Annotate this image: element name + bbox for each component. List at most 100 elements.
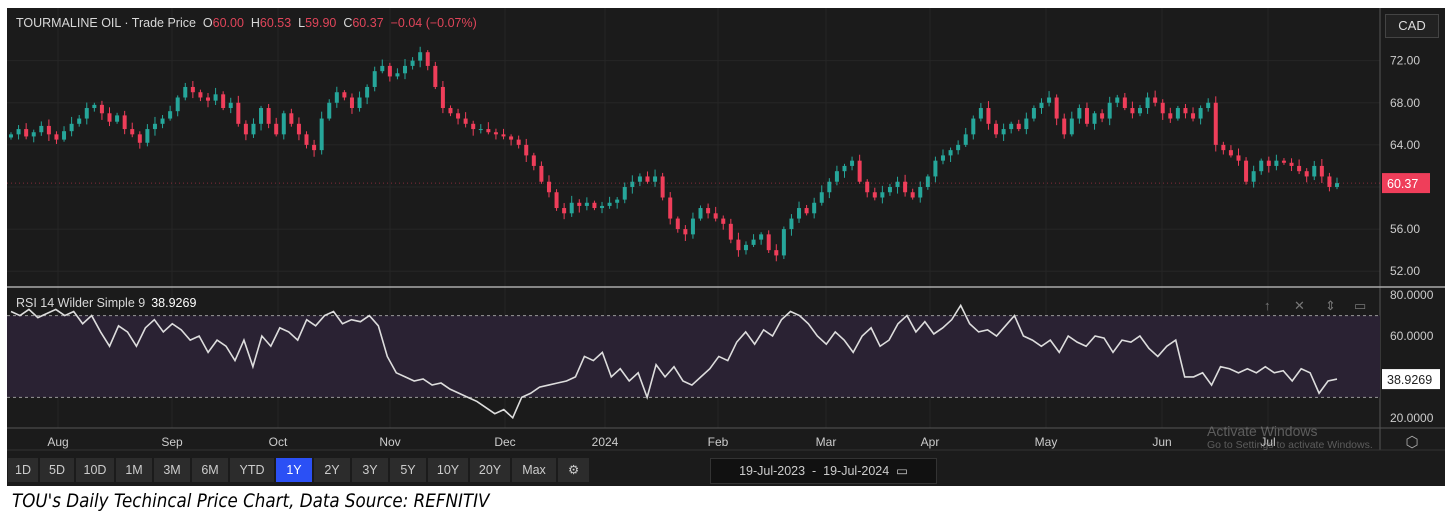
candle-body (774, 250, 779, 256)
range-button-1y[interactable]: 1Y (276, 458, 312, 482)
candle-body (1153, 97, 1158, 103)
time-tick-label: Sep (161, 435, 183, 449)
candle-body (713, 213, 718, 219)
candle-body (1016, 123, 1021, 130)
rsi-legend: RSI 14 Wilder Simple 9 38.9269 (16, 296, 196, 310)
chart-canvas[interactable]: 52.00 56.00 60.00 64.00 68.00 72.00 Aug Sep Oct N… (7, 8, 1445, 486)
candle-body (751, 239, 756, 245)
candle-body (607, 202, 612, 206)
candle-body (274, 123, 279, 135)
candle-body (130, 129, 135, 135)
candle-body (403, 65, 408, 74)
candle-body (766, 234, 771, 251)
candle-body (122, 115, 127, 130)
change-value: −0.04 (−0.07%) (390, 16, 477, 30)
range-button-10d[interactable]: 10D (76, 458, 114, 482)
close-icon[interactable]: ✕ (1294, 298, 1305, 314)
candle-body (857, 160, 862, 182)
candle-body (1236, 155, 1241, 161)
candle-body (1024, 118, 1029, 130)
range-button-2y[interactable]: 2Y (314, 458, 350, 482)
candle-body (92, 104, 97, 109)
candle-body (1054, 97, 1059, 119)
currency-selector[interactable]: CAD (1385, 14, 1439, 38)
range-button-1m[interactable]: 1M (116, 458, 152, 482)
price-tick-label: 72.00 (1390, 54, 1420, 68)
candle-body (1077, 108, 1082, 119)
range-button-ytd[interactable]: YTD (230, 458, 274, 482)
candle-body (289, 113, 294, 124)
candle-body (1198, 108, 1203, 119)
range-button-3m[interactable]: 3M (154, 458, 190, 482)
candle-body (728, 223, 733, 240)
windows-watermark: Activate Windows Go to Settings to activa… (1207, 423, 1373, 451)
candle-body (334, 92, 339, 103)
candle-body (24, 129, 29, 137)
range-button-20y[interactable]: 20Y (470, 458, 510, 482)
candle-body (804, 208, 809, 214)
candle-body (630, 181, 635, 187)
rsi-value: 38.9269 (151, 296, 197, 310)
candle-body (463, 118, 468, 124)
open-value: 60.00 (212, 16, 244, 30)
watermark-title: Activate Windows (1207, 423, 1318, 439)
candle-body (622, 186, 627, 200)
candle-body (1206, 102, 1211, 109)
candle-body (190, 86, 195, 93)
candle-body (971, 118, 976, 135)
candle-body (99, 104, 104, 114)
candle-body (69, 123, 74, 132)
candle-body (107, 113, 112, 122)
caption: TOU's Daily Techincal Price Chart, Data … (12, 490, 490, 512)
candle-body (615, 199, 620, 203)
candle-body (721, 218, 726, 224)
last-price-label: 60.37 (1387, 177, 1418, 191)
candle-body (31, 132, 36, 137)
candle-body (16, 129, 21, 135)
candle-body (493, 132, 498, 135)
range-button-1d[interactable]: 1D (8, 458, 38, 482)
candle-body (797, 208, 802, 219)
maximize-icon[interactable]: ▭ (1354, 298, 1366, 314)
candle-body (1228, 150, 1233, 156)
collapse-icon[interactable]: ⇕ (1325, 298, 1336, 314)
date-range-picker[interactable]: 19-Jul-2023 - 19-Jul-2024 ▭ (710, 458, 937, 484)
candle-body (759, 234, 764, 240)
candle-body (1304, 171, 1309, 177)
candle-body (327, 102, 332, 119)
candle-body (115, 115, 120, 122)
candle-body (440, 86, 445, 109)
candle-body (1160, 102, 1165, 114)
candle-body (39, 125, 44, 133)
candle-body (266, 108, 271, 124)
range-button-6m[interactable]: 6M (192, 458, 228, 482)
range-button-5y[interactable]: 5Y (390, 458, 426, 482)
candle-body (1221, 144, 1226, 151)
price-tick-label: 68.00 (1390, 96, 1420, 110)
candle-body (243, 123, 248, 135)
range-button-5d[interactable]: 5D (40, 458, 74, 482)
candle-body (372, 71, 377, 87)
candle-body (963, 134, 968, 145)
move-up-icon[interactable]: ↑ (1264, 298, 1271, 313)
candle-body (789, 218, 794, 230)
time-tick-label: Jun (1152, 435, 1171, 449)
range-button-10y[interactable]: 10Y (428, 458, 468, 482)
price-tick-label: 64.00 (1390, 138, 1420, 152)
instrument-name: TOURMALINE OIL (16, 16, 121, 30)
candle-body (198, 92, 203, 98)
candle-body (1327, 176, 1332, 187)
calendar-icon[interactable]: ▭ (896, 464, 908, 478)
candle-body (940, 155, 945, 161)
settings-icon[interactable]: ⚙ (558, 458, 590, 482)
candle-body (168, 111, 173, 119)
range-button-3y[interactable]: 3Y (352, 458, 388, 482)
candle-body (1062, 118, 1067, 135)
candle-body (1251, 171, 1256, 182)
candle-body (183, 86, 188, 98)
candle-body (1213, 102, 1218, 145)
candle-body (1168, 113, 1173, 119)
range-button-max[interactable]: Max (512, 458, 556, 482)
candle-body (577, 202, 582, 206)
candle-body (653, 176, 658, 182)
